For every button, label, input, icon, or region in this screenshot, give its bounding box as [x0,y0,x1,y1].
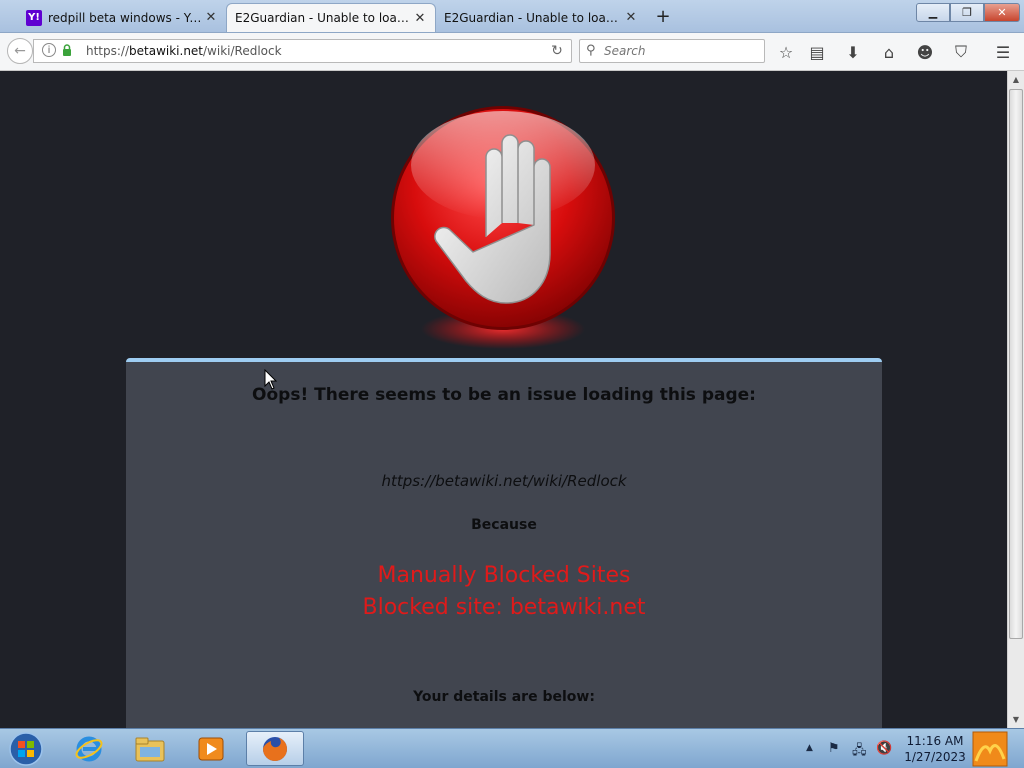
url-scheme: https:// [86,44,130,58]
yahoo-favicon-icon: Y! [26,9,42,26]
tab-yahoo[interactable]: Y! redpill beta windows - Yah... ✕ [18,3,226,32]
url-path: /wiki/Redlock [203,44,282,58]
stop-hand-icon [391,106,615,349]
action-center-flag-icon[interactable]: ⚑ [828,741,840,756]
close-tab-icon[interactable]: ✕ [204,10,218,25]
error-heading: Oops! There seems to be an issue loading… [252,385,756,405]
close-tab-icon[interactable]: ✕ [413,11,427,26]
details-heading: Your details are below: [413,689,595,705]
start-button[interactable] [6,731,46,767]
bookmark-star-icon[interactable]: ☆ [775,41,797,63]
mouse-cursor-icon [264,369,278,390]
tab-title: redpill beta windows - Yah... [48,10,204,25]
tab-e2guardian[interactable]: E2Guardian - Unable to load w... ✕ [436,3,646,32]
home-icon[interactable]: ⌂ [878,41,900,63]
navigation-toolbar: i https://betawiki.net/wiki/Redlock ↻ ← … [0,33,1024,71]
reading-list-icon[interactable]: ▤ [806,41,828,63]
page-content: Oops! There seems to be an issue loading… [0,71,1007,728]
close-window-button[interactable]: ✕ [984,3,1020,22]
show-desktop-button[interactable] [972,731,1008,767]
firefox-icon [263,736,287,761]
back-button[interactable]: ← [7,38,33,64]
scroll-down-arrow-icon[interactable]: ▼ [1008,711,1024,727]
tab-title: E2Guardian - Unable to load w... [235,11,413,25]
search-icon: ⚲ [586,43,596,58]
blocked-site-text: Blocked site: betawiki.net [362,595,646,620]
error-card: Oops! There seems to be an issue loading… [126,358,882,728]
taskbar-firefox[interactable] [246,731,304,766]
taskbar-media-player[interactable] [184,731,238,766]
lock-icon [63,44,71,56]
url-text[interactable]: https://betawiki.net/wiki/Redlock [86,44,282,58]
menu-hamburger-icon[interactable]: ☰ [992,41,1014,63]
tab-e2guardian-active[interactable]: E2Guardian - Unable to load w... ✕ [226,3,436,32]
search-bar[interactable]: ⚲ [579,39,765,63]
minimize-button[interactable]: ▁ [916,3,950,22]
windows-taskbar: ▲ ⚑ 🖧 🔇 11:16 AM 1/27/2023 [0,728,1024,768]
block-reason: Manually Blocked Sites Blocked site: bet… [126,560,882,624]
close-tab-icon[interactable]: ✕ [624,10,638,25]
url-bar[interactable]: i https://betawiki.net/wiki/Redlock ↻ [33,39,572,63]
info-icon[interactable]: i [42,43,56,57]
volume-muted-icon[interactable]: 🔇 [876,741,892,756]
maximize-button[interactable]: ❐ [950,3,984,22]
system-clock[interactable]: 11:16 AM 1/27/2023 [898,733,972,765]
blocked-url: https://betawiki.net/wiki/Redlock [381,472,627,490]
hello-chat-icon[interactable]: ☻ [914,41,936,63]
reload-icon[interactable]: ↻ [548,42,566,60]
tab-strip: Y! redpill beta windows - Yah... ✕ E2Gua… [0,0,1024,33]
pocket-icon[interactable]: ⛉ [950,41,972,63]
search-input[interactable] [604,43,754,59]
clock-time: 11:16 AM [906,734,964,748]
folder-icon [135,737,165,761]
downloads-icon[interactable]: ⬇ [842,41,864,63]
scroll-up-arrow-icon[interactable]: ▲ [1008,71,1024,87]
taskbar-internet-explorer[interactable] [62,731,116,766]
vertical-scrollbar[interactable]: ▲ ▼ [1007,71,1024,728]
because-label: Because [471,517,537,533]
back-arrow-icon: ← [14,43,26,59]
taskbar-explorer[interactable] [123,731,177,766]
clock-date: 1/27/2023 [904,750,966,764]
tab-title: E2Guardian - Unable to load w... [444,10,624,25]
new-tab-plus-icon[interactable]: + [650,4,676,28]
internet-explorer-icon [75,736,103,761]
url-host: betawiki.net [129,44,204,58]
show-hidden-icons-arrow-icon[interactable]: ▲ [806,743,813,753]
scroll-thumb[interactable] [1009,89,1023,639]
network-icon[interactable]: 🖧 [852,741,867,763]
media-player-icon [198,737,224,760]
block-category: Manually Blocked Sites [377,563,631,588]
